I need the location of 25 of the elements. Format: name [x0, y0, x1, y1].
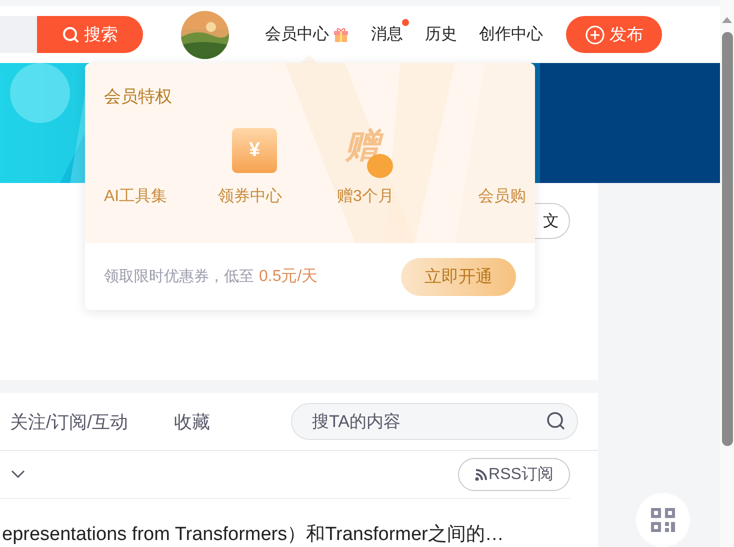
scroll-up-arrow-icon[interactable] [722, 17, 732, 23]
scrollbar[interactable] [720, 0, 734, 547]
avatar[interactable] [181, 10, 229, 58]
scroll-thumb[interactable] [722, 32, 732, 446]
nav-link[interactable]: 会员中心 [265, 19, 355, 45]
nav-link[interactable]: 消息 [371, 19, 409, 45]
search-field[interactable] [0, 16, 40, 53]
tab[interactable]: 关注/订阅/互动 [10, 410, 128, 434]
promo-text: 领取限时优惠券，低至 [104, 267, 254, 286]
tab[interactable]: 收藏 [174, 410, 210, 434]
rss-button[interactable]: RSS订阅 [458, 458, 570, 491]
nav-link[interactable]: 创作中心 [479, 19, 549, 45]
search-icon[interactable] [546, 411, 566, 431]
gift-icon [333, 27, 349, 42]
promo-price: 0.5元/天 [259, 267, 318, 287]
article-title[interactable]: epresentations from Transformers）和Transformer之间的… [2, 521, 598, 547]
rss-icon [474, 468, 487, 480]
search-field[interactable]: 搜TA的内容 [291, 403, 578, 440]
popup-title: 会员特权 [104, 86, 172, 108]
coupon-icon: ¥ [232, 128, 277, 173]
chevron-down-icon[interactable] [11, 470, 25, 479]
nav-link[interactable]: 历史 [425, 19, 463, 45]
search-icon [62, 26, 80, 44]
qr-code-icon [651, 508, 675, 532]
plus-icon [584, 24, 604, 44]
